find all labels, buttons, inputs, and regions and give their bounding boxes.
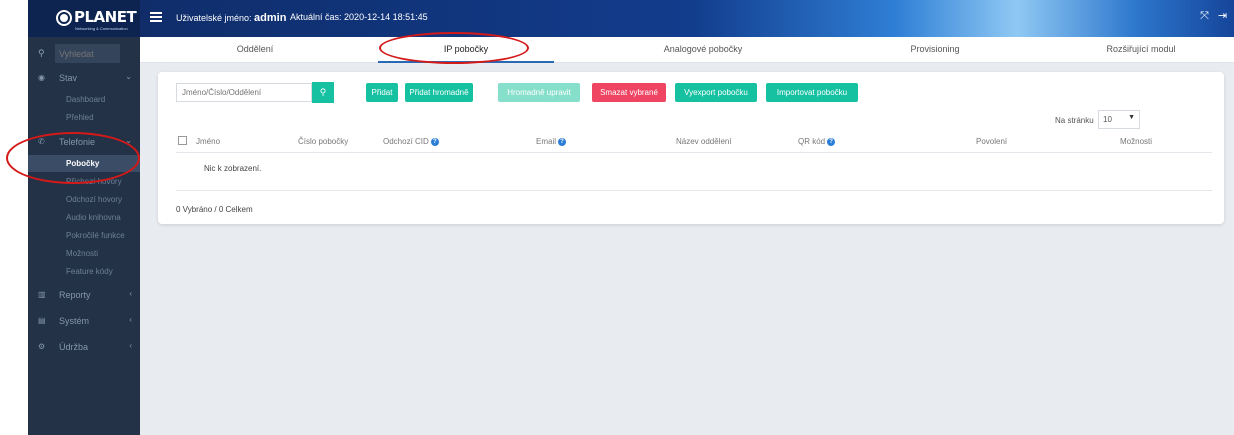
tab-provisioning[interactable]: Provisioning — [850, 37, 1020, 63]
bulk-edit-button[interactable]: Hromadně upravit — [498, 83, 580, 102]
export-button[interactable]: Vyexport pobočku — [675, 83, 757, 102]
phone-icon: ✆ — [38, 137, 45, 146]
logo-subtitle: Networking & Communication — [75, 26, 128, 31]
import-button[interactable]: Importovat pobočku — [766, 83, 858, 102]
sidebar-search-input[interactable] — [55, 44, 120, 63]
search-icon: ⚲ — [38, 48, 45, 58]
user-info: Uživatelské jméno: admin — [176, 12, 286, 24]
sidebar-item-reporty[interactable]: ▥ Reporty ‹ — [28, 286, 140, 304]
user-prefix: Uživatelské jméno: — [176, 13, 252, 23]
search-button[interactable]: ⚲ — [312, 82, 334, 103]
sidebar-search: ⚲ — [28, 41, 140, 67]
filter-input[interactable] — [176, 83, 312, 102]
sidebar-item-label: Telefonie — [59, 137, 96, 147]
gear-icon: ⚙ — [38, 342, 46, 351]
delete-selected-button[interactable]: Smazat vybrané — [592, 83, 666, 102]
sidebar-item-telefonie[interactable]: ✆ Telefonie ⌄ — [28, 133, 140, 151]
bulk-add-button[interactable]: Přidat hromadně — [405, 83, 473, 102]
tab-ip-pobocky[interactable]: IP pobočky — [378, 37, 554, 63]
app-window: PLANET Networking & Communication Uživat… — [28, 0, 1234, 435]
sidebar-subitem-moznosti[interactable]: Možnosti — [28, 245, 140, 262]
chevron-left-icon: ‹ — [129, 315, 132, 324]
tab-rozsirujici-modul[interactable]: Rozšiřující modul — [1056, 37, 1226, 63]
column-header-odchozi-cid[interactable]: Odchozí CID? — [383, 137, 439, 146]
sidebar-subitem-prichozi-hovory[interactable]: Příchozí hovory — [28, 173, 140, 190]
selection-summary: 0 Vybráno / 0 Celkem — [176, 205, 253, 214]
menu-toggle-icon[interactable] — [150, 12, 162, 22]
caret-down-icon: ▼ — [1128, 114, 1135, 121]
dashboard-icon: ◉ — [38, 73, 45, 82]
sidebar-item-system[interactable]: ▤ Systém ‹ — [28, 312, 140, 330]
current-time: Aktuální čas: 2020-12-14 18:51:45 — [290, 12, 428, 22]
sidebar-subitem-pobocky[interactable]: Pobočky — [28, 155, 140, 172]
planet-logo-icon — [56, 10, 72, 26]
sidebar-subitem-dashboard[interactable]: Dashboard — [28, 91, 140, 108]
per-page-value: 10 — [1103, 115, 1112, 124]
tab-oddeleni[interactable]: Oddělení — [180, 37, 330, 63]
chart-icon: ▥ — [38, 290, 46, 299]
logo: PLANET Networking & Communication — [28, 0, 140, 37]
empty-table-message: Nic k zobrazení. — [204, 164, 262, 173]
sidebar-item-label: Stav — [59, 73, 78, 83]
top-bar: PLANET Networking & Communication Uživat… — [28, 0, 1234, 37]
chevron-down-icon: ⌄ — [125, 72, 132, 81]
time-value: 2020-12-14 18:51:45 — [344, 12, 428, 22]
per-page-label: Na stránku — [1055, 116, 1094, 125]
column-header-moznosti[interactable]: Možnosti — [1120, 137, 1152, 146]
tab-analogove-pobocky[interactable]: Analogové pobočky — [618, 37, 788, 63]
column-header-cislo[interactable]: Číslo pobočky — [298, 137, 348, 146]
sidebar-item-label: Údržba — [59, 342, 89, 352]
table-header-divider — [176, 152, 1212, 153]
sidebar-subitem-prehled[interactable]: Přehled — [28, 109, 140, 126]
sidebar-subitem-audio-knihovna[interactable]: Audio knihovna — [28, 209, 140, 226]
sidebar-item-stav[interactable]: ◉ Stav ⌄ — [28, 69, 140, 87]
search-icon: ⚲ — [319, 87, 327, 97]
sidebar-item-label: Systém — [59, 316, 90, 326]
table-bottom-divider — [176, 190, 1212, 191]
sidebar: ⚲ ◉ Stav ⌄ Dashboard Přehled ✆ Telefonie… — [28, 37, 140, 435]
extensions-panel: ⚲ Přidat Přidat hromadně Hromadně upravi… — [158, 72, 1224, 224]
column-header-qr-kod[interactable]: QR kód? — [798, 137, 836, 146]
column-header-povoleni[interactable]: Povolení — [976, 137, 1007, 146]
column-header-nazev-oddeleni[interactable]: Název oddělení — [676, 137, 732, 146]
help-icon[interactable]: ? — [827, 137, 836, 146]
column-header-jmeno[interactable]: Jméno — [196, 137, 220, 146]
column-header-email[interactable]: Email? — [536, 137, 567, 146]
time-prefix: Aktuální čas: — [290, 12, 342, 22]
username: admin — [254, 12, 287, 24]
per-page-select[interactable]: 10 ▼ — [1098, 110, 1140, 129]
help-icon[interactable]: ? — [430, 137, 439, 146]
sidebar-subitem-odchozi-hovory[interactable]: Odchozí hovory — [28, 191, 140, 208]
sidebar-subitem-pokrocile-funkce[interactable]: Pokročilé funkce — [28, 227, 140, 244]
chevron-left-icon: ‹ — [129, 289, 132, 298]
chevron-left-icon: ‹ — [129, 341, 132, 350]
logo-text: PLANET — [74, 8, 137, 26]
logout-icon[interactable]: ⇥ — [1216, 10, 1229, 23]
tab-bar: Oddělení IP pobočky Analogové pobočky Pr… — [140, 37, 1234, 63]
sidebar-item-label: Reporty — [59, 290, 91, 300]
sidebar-item-udrzba[interactable]: ⚙ Údržba ‹ — [28, 338, 140, 356]
system-icon: ▤ — [38, 316, 46, 325]
chevron-down-icon: ⌄ — [125, 136, 132, 145]
add-button[interactable]: Přidat — [366, 83, 398, 102]
sidebar-subitem-feature-kody[interactable]: Feature kódy — [28, 263, 140, 280]
help-icon[interactable]: ? — [558, 137, 567, 146]
fullscreen-icon[interactable]: ⤧ — [1198, 10, 1211, 23]
select-all-checkbox[interactable] — [178, 136, 187, 145]
